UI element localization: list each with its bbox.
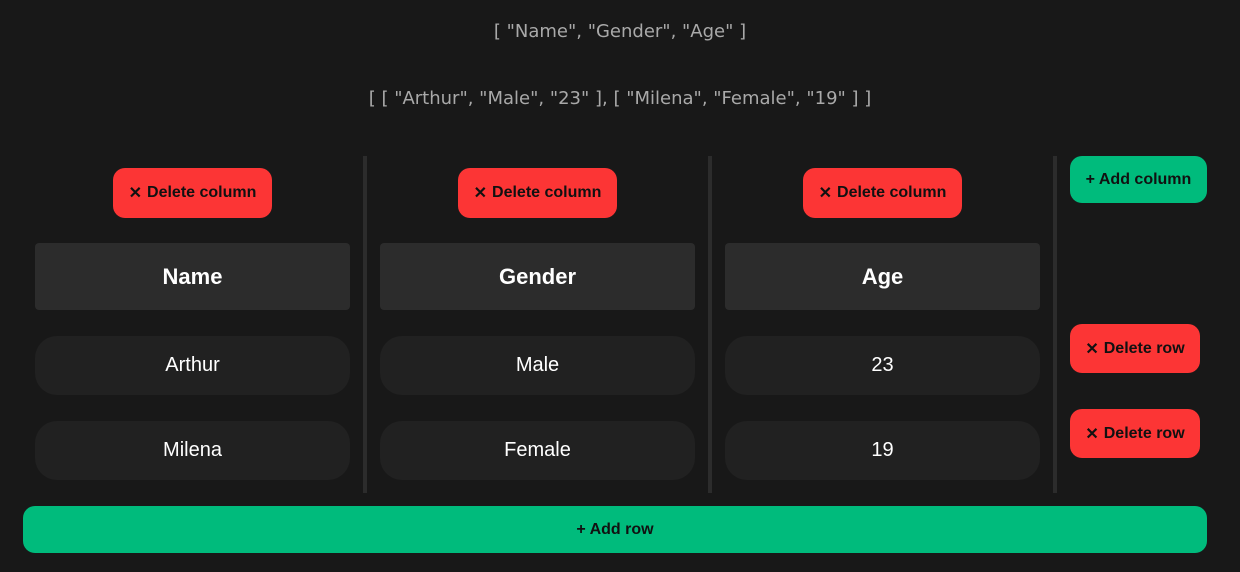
table-cell[interactable]: Milena — [35, 421, 350, 480]
rows-json-preview: [ [ "Arthur", "Male", "23" ], [ "Milena"… — [368, 88, 872, 109]
delete-column-button[interactable]: ✕ Delete column — [803, 168, 962, 218]
delete-column-button[interactable]: ✕ Delete column — [458, 168, 617, 218]
table-cell[interactable]: Arthur — [35, 336, 350, 395]
table-cell[interactable]: Male — [380, 336, 695, 395]
column-name: ✕ Delete column Name Arthur Milena — [35, 156, 350, 492]
delete-row-button[interactable]: ✕ Delete row — [1070, 324, 1200, 373]
column-age: ✕ Delete column Age 23 19 — [725, 156, 1040, 492]
header-cell[interactable]: Gender — [380, 243, 695, 310]
close-icon: ✕ — [473, 185, 488, 202]
header-cell[interactable]: Age — [725, 243, 1040, 310]
delete-column-label: Delete column — [837, 184, 947, 201]
delete-column-label: Delete column — [147, 184, 257, 201]
close-icon: ✕ — [818, 185, 833, 202]
column-divider — [363, 156, 367, 493]
add-column-button[interactable]: + Add column — [1070, 156, 1207, 203]
column-divider — [708, 156, 712, 493]
delete-row-label: Delete row — [1103, 339, 1185, 357]
table-cell[interactable]: 23 — [725, 336, 1040, 395]
column-gender: ✕ Delete column Gender Male Female — [380, 156, 695, 492]
header-json-preview: [ "Name", "Gender", "Age" ] — [493, 21, 747, 42]
close-icon: ✕ — [128, 185, 143, 202]
add-row-button[interactable]: + Add row — [23, 506, 1207, 553]
close-icon: ✕ — [1085, 425, 1099, 443]
close-icon: ✕ — [1085, 340, 1099, 358]
delete-row-button[interactable]: ✕ Delete row — [1070, 409, 1200, 458]
table-cell[interactable]: 19 — [725, 421, 1040, 480]
table-cell[interactable]: Female — [380, 421, 695, 480]
delete-column-button[interactable]: ✕ Delete column — [113, 168, 272, 218]
delete-row-label: Delete row — [1103, 424, 1185, 442]
delete-column-label: Delete column — [492, 184, 602, 201]
header-cell[interactable]: Name — [35, 243, 350, 310]
column-divider — [1053, 156, 1057, 493]
